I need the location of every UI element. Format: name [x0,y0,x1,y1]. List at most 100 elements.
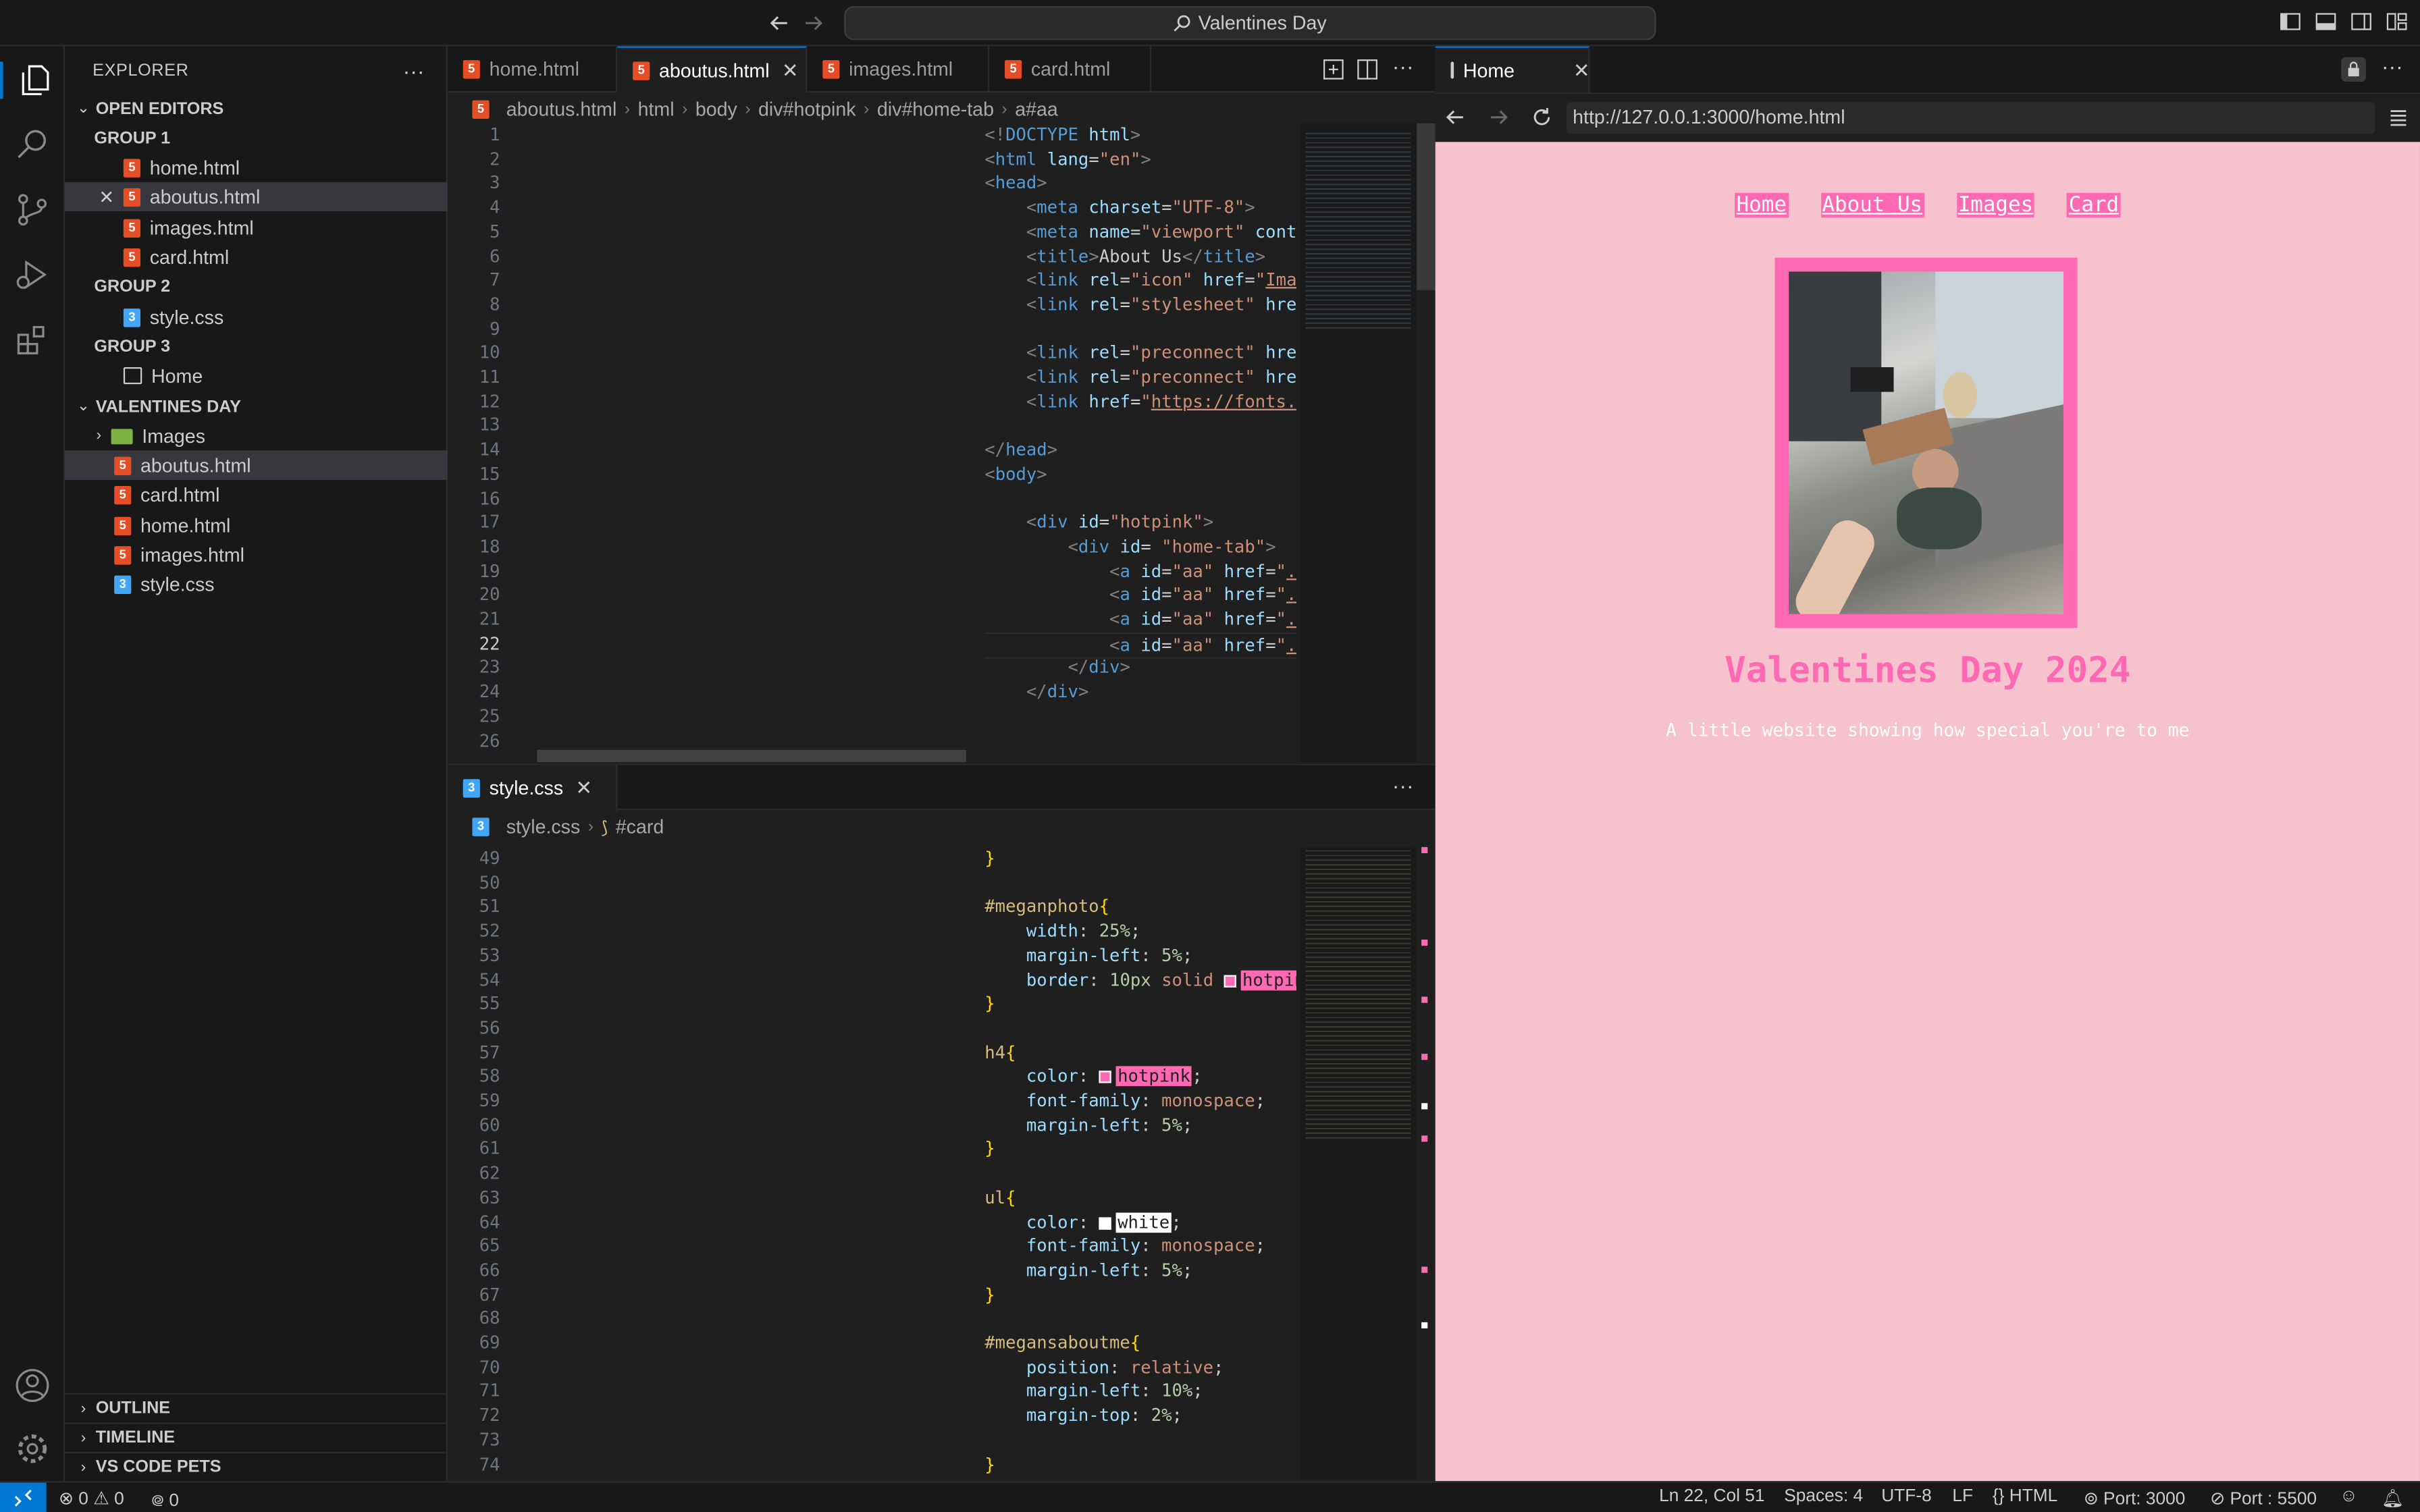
live-server-port[interactable]: ⊚ Port: 3000 [2084,1487,2186,1509]
cursor-position[interactable]: Ln 22, Col 51 [1659,1487,1764,1505]
open-editor-home[interactable]: 5 home.html [65,153,448,182]
timeline-header[interactable]: › TIMELINE [64,1422,448,1451]
close-icon[interactable]: ✕ [1573,58,1590,83]
nav-link-about-us[interactable]: About Us [1820,192,1924,218]
ports-indicator[interactable]: ᪤ 0 [151,1487,179,1512]
file-aboutus[interactable]: 5 aboutus.html [64,450,448,480]
nav-link-home[interactable]: Home [1735,192,1789,218]
horizontal-scrollbar[interactable] [537,749,966,763]
line-number: 7 [490,270,500,291]
breadcrumb-item[interactable]: style.css [506,816,581,838]
project-header[interactable]: ⌄ VALENTINES DAY [65,392,448,421]
line-number: 68 [479,1308,500,1329]
encoding[interactable]: UTF-8 [1881,1487,1931,1505]
tab-card-html[interactable]: 5 card.html [989,46,1152,93]
outline-header[interactable]: › OUTLINE [64,1393,448,1422]
close-icon[interactable]: ✕ [99,186,124,207]
open-preview-icon[interactable] [1323,59,1344,80]
open-editors-header[interactable]: ⌄ OPEN EDITORS [65,94,448,123]
open-editor-images[interactable]: 5 images.html [65,213,448,242]
accounts-icon[interactable] [14,1367,51,1404]
more-actions-icon[interactable]: ··· [1392,773,1414,798]
lock-icon[interactable] [2341,57,2366,82]
forward-arrow-icon[interactable] [801,11,826,36]
open-editor-home-preview[interactable]: Home [65,361,448,390]
explorer-icon[interactable] [0,61,65,99]
toggle-secondary-sidebar-icon[interactable] [2350,11,2372,32]
file-home[interactable]: 5 home.html [65,511,448,540]
breadcrumb-item[interactable]: aboutus.html [506,99,617,120]
problems-indicator[interactable]: ⊗ 0 ⚠ 0 [59,1487,124,1509]
html-code-editor[interactable]: 1 2 3 4 5 6 7 8 9 10 11 12 13 14 15 16 17 18 19 20 21 22 23 24 2… [448,124,1296,763]
settings-gear-icon[interactable] [14,1430,51,1467]
remote-indicator-icon[interactable] [0,1482,47,1512]
customize-layout-icon[interactable] [2386,11,2408,32]
vscode-pets-header[interactable]: › VS CODE PETS [64,1451,448,1481]
reload-icon[interactable] [1531,107,1552,128]
line-number: 65 [479,1236,500,1256]
source-control-icon[interactable] [14,191,51,228]
notifications-bell-icon[interactable]: 🔔︎ [2382,1487,2404,1509]
tab-style-css[interactable]: 3 style.css ✕ [447,765,618,812]
line-number: 73 [479,1430,500,1451]
indentation[interactable]: Spaces: 4 [1784,1487,1863,1505]
line-number: 8 [490,294,500,315]
tab-aboutus-html[interactable]: 5 aboutus.html ✕ [617,46,808,93]
breadcrumb-item[interactable]: body [695,99,737,120]
chevron-down-icon: ⌄ [76,100,90,117]
open-editor-card[interactable]: 5 card.html [65,242,448,271]
go-live-port[interactable]: ⊘ Port : 5500 [2210,1487,2317,1509]
explorer-more-icon[interactable]: ··· [403,59,425,84]
file-images[interactable]: 5 images.html [65,540,448,569]
toggle-primary-sidebar-icon[interactable] [2280,11,2301,32]
nav-link-card[interactable]: Card [2067,192,2121,218]
line-number: 1 [490,125,500,145]
vertical-scrollbar[interactable] [1417,123,1436,290]
chevron-right-icon: › [80,1459,86,1476]
page-subheading: A little website showing how special you… [1666,719,2190,741]
more-actions-icon[interactable]: ··· [2382,54,2403,79]
tab-home-preview[interactable]: Home ✕ [1435,46,1590,93]
back-arrow-icon[interactable] [767,11,792,36]
tab-images-html[interactable]: 5 images.html [807,46,990,93]
open-editor-style[interactable]: 3 style.css [65,302,448,331]
minimap[interactable] [1299,123,1417,763]
toggle-panel-icon[interactable] [2315,11,2337,32]
css-file-icon: 3 [114,574,132,593]
language-mode[interactable]: {} HTML [1993,1487,2057,1505]
breadcrumb-item[interactable]: #card [616,816,664,838]
file-card[interactable]: 5 card.html [65,480,448,509]
breadcrumb-item[interactable]: div#hotpink [758,99,856,120]
back-arrow-icon[interactable] [1444,107,1466,128]
close-icon[interactable]: ✕ [575,776,592,801]
file-style[interactable]: 3 style.css [65,569,448,598]
folder-images[interactable]: › Images [65,421,448,450]
minimap-bottom[interactable] [1299,846,1417,1480]
tab-home-html[interactable]: 5 home.html [448,46,618,93]
html-file-icon: 5 [114,516,132,535]
line-number: 64 [479,1212,500,1233]
nav-link-images[interactable]: Images [1956,192,2035,218]
close-icon[interactable]: ✕ [782,58,799,83]
css-code-editor[interactable]: 49 50 51 52 53 54 55 56 57 58 59 60 61 62 63 64 65 66 67 68… [448,847,1296,1480]
breadcrumb-item[interactable]: div#home-tab [877,99,994,120]
url-bar[interactable]: http://127.0.0.1:3000/home.html [1566,101,2375,134]
forward-arrow-icon[interactable] [1488,107,1509,128]
chevron-right-icon: › [80,1429,86,1447]
menu-icon[interactable] [2388,107,2409,128]
open-editor-aboutus[interactable]: ✕ 5 aboutus.html [64,182,448,212]
title-bar: Valentines Day [0,0,2420,47]
breadcrumb-item[interactable]: html [638,99,675,120]
line-number: 15 [479,464,500,485]
split-editor-icon[interactable] [1357,59,1378,80]
line-number: 74 [479,1454,500,1474]
extensions-icon[interactable] [14,321,51,358]
more-actions-icon[interactable]: ··· [1392,54,1414,79]
run-debug-icon[interactable] [14,256,51,293]
search-icon[interactable] [14,126,51,163]
copilot-icon[interactable]: ☺ [2340,1487,2358,1505]
breadcrumb-item[interactable]: a#aa [1015,99,1058,120]
command-center-search[interactable]: Valentines Day [844,6,1656,40]
editor-tab-bar: 5 home.html 5 aboutus.html ✕ 5 images.ht… [447,46,1436,93]
end-of-line[interactable]: LF [1952,1487,1973,1505]
